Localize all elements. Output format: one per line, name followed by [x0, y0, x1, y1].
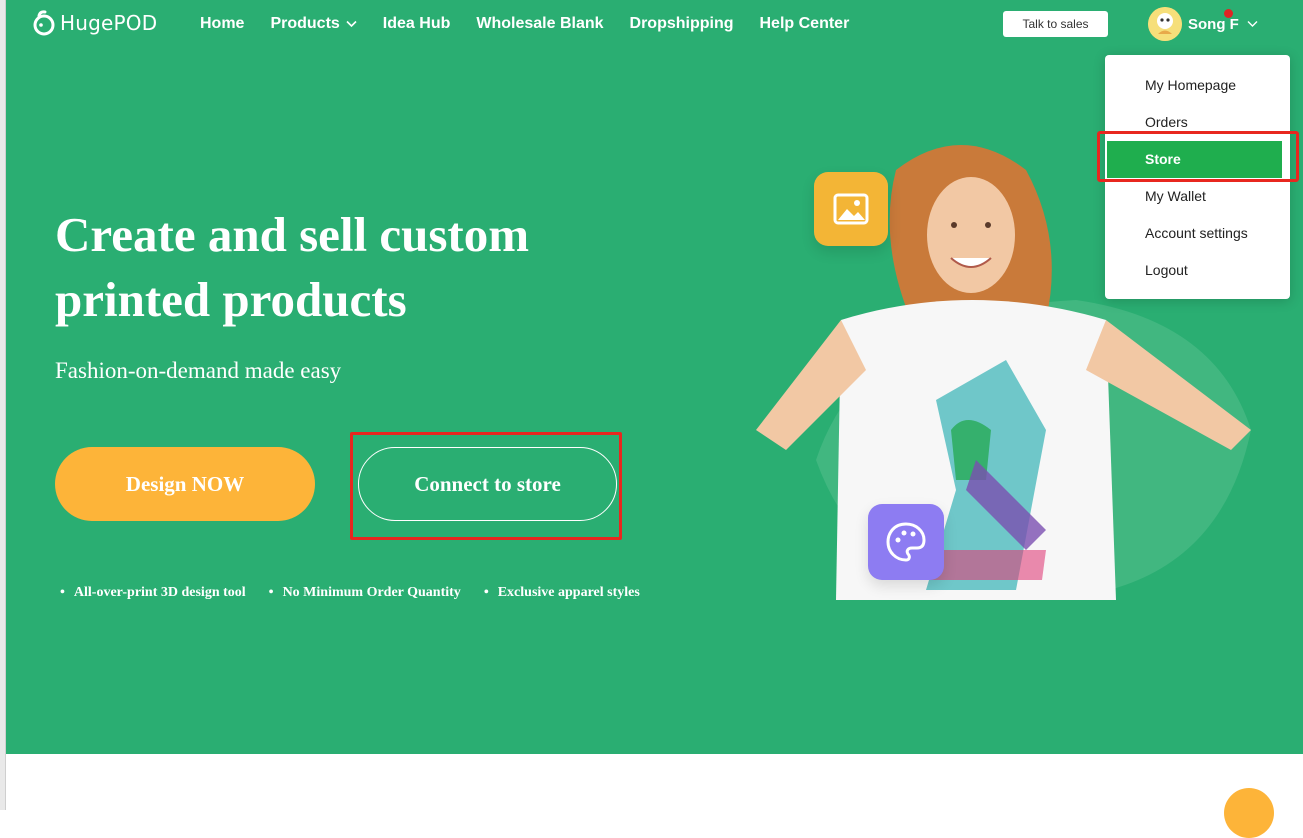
nav-help-center[interactable]: Help Center [760, 15, 850, 33]
nav-idea-hub[interactable]: Idea Hub [383, 15, 451, 33]
menu-item-logout[interactable]: Logout [1105, 252, 1290, 289]
chevron-down-icon [1247, 21, 1258, 27]
talk-to-sales-button[interactable]: Talk to sales [1003, 11, 1108, 37]
hero-headline: Create and sell custom printed products [55, 207, 530, 327]
logo-text: HugePOD [60, 11, 158, 35]
nav-products[interactable]: Products [270, 15, 357, 33]
palette-icon [886, 522, 926, 562]
avatar [1148, 7, 1182, 41]
chevron-down-icon [346, 20, 357, 28]
nav-home-label: Home [200, 15, 245, 32]
nav-products-label: Products [270, 15, 340, 32]
palette-tile-icon [868, 504, 944, 580]
main-nav: Home Products Idea Hub Wholesale Blank D… [200, 0, 875, 48]
notification-dot [1224, 9, 1233, 18]
feature-item: No Minimum Order Quantity [269, 585, 461, 601]
logo-icon [33, 10, 55, 36]
nav-help-center-label: Help Center [759, 15, 850, 32]
nav-wholesale-blank[interactable]: Wholesale Blank [476, 15, 603, 33]
top-navbar: HugePOD Home Products Idea Hub Wholesale… [6, 0, 1303, 48]
chat-fab-button[interactable] [1224, 788, 1274, 838]
user-dropdown-menu: My Homepage Orders Store My Wallet Accou… [1105, 55, 1290, 299]
menu-item-account-settings[interactable]: Account settings [1105, 215, 1290, 252]
feature-item: All-over-print 3D design tool [60, 585, 246, 601]
nav-wholesale-blank-label: Wholesale Blank [476, 15, 604, 32]
feature-item: Exclusive apparel styles [484, 585, 640, 601]
connect-to-store-button[interactable]: Connect to store [358, 447, 617, 521]
image-tile-icon [814, 172, 888, 246]
menu-item-store[interactable]: Store [1107, 141, 1282, 178]
nav-home[interactable]: Home [200, 15, 244, 33]
design-now-button[interactable]: Design NOW [55, 447, 315, 521]
menu-item-orders[interactable]: Orders [1105, 104, 1290, 141]
feature-list: All-over-print 3D design tool No Minimum… [60, 585, 663, 601]
nav-dropshipping[interactable]: Dropshipping [630, 15, 734, 33]
menu-item-my-homepage[interactable]: My Homepage [1105, 67, 1290, 104]
nav-dropshipping-label: Dropshipping [629, 15, 734, 32]
user-name: Song F [1188, 15, 1239, 33]
image-icon [833, 193, 869, 225]
logo[interactable]: HugePOD [32, 8, 157, 38]
hero-subline: Fashion-on-demand made easy [55, 358, 342, 383]
user-menu-trigger[interactable]: Song F [1148, 6, 1258, 42]
menu-item-my-wallet[interactable]: My Wallet [1105, 178, 1290, 215]
nav-idea-hub-label: Idea Hub [382, 15, 451, 32]
